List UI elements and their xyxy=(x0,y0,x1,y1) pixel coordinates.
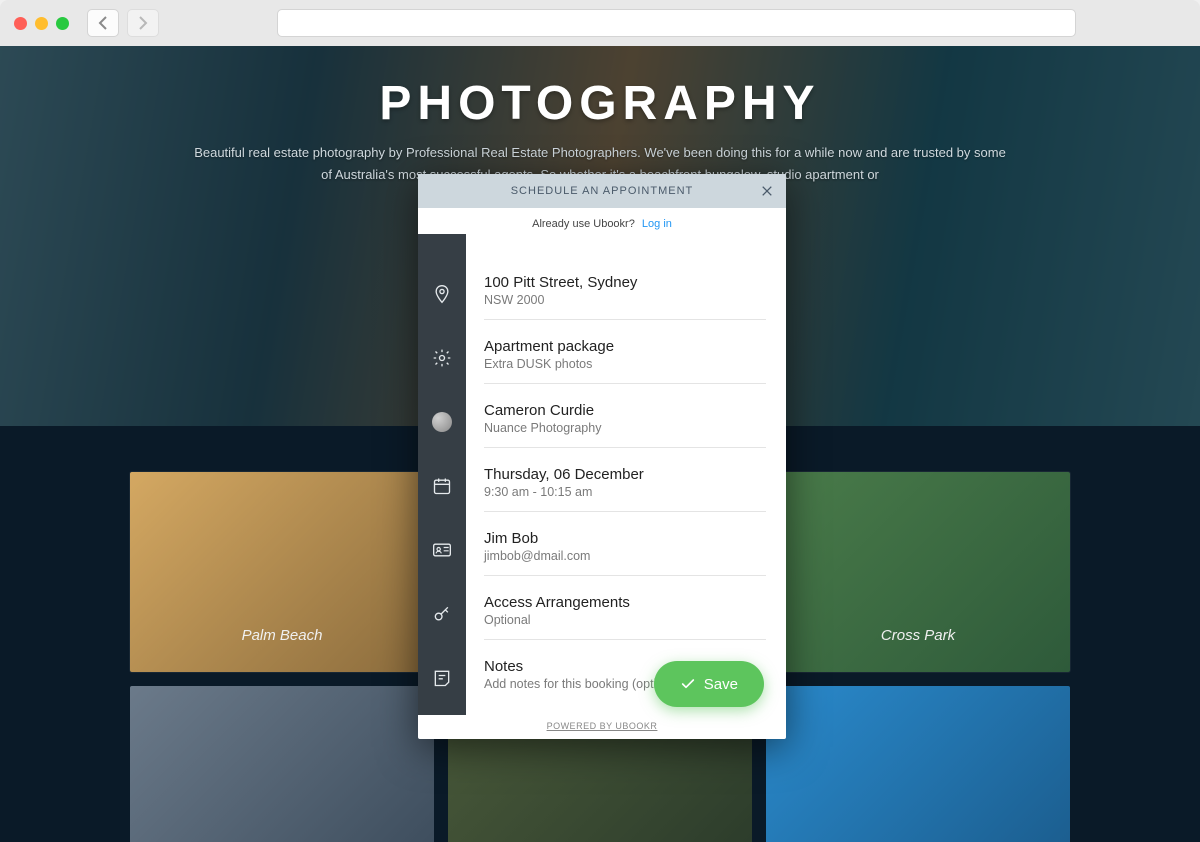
contact-row[interactable]: Jim Bob jimbob@dmail.com xyxy=(484,516,766,576)
contact-card-icon xyxy=(432,540,452,560)
window-controls xyxy=(14,17,69,30)
url-input[interactable] xyxy=(277,9,1076,37)
notes-icon xyxy=(432,668,452,688)
gallery-tile-cross-park[interactable]: Cross Park xyxy=(766,472,1070,672)
tile-label: Cross Park xyxy=(881,627,955,644)
close-modal-button[interactable] xyxy=(758,182,776,200)
modal-header: SCHEDULE AN APPOINTMENT xyxy=(418,174,786,208)
minimize-window-button[interactable] xyxy=(35,17,48,30)
forward-button[interactable] xyxy=(127,9,159,37)
date-row[interactable]: Thursday, 06 December 9:30 am - 10:15 am xyxy=(484,452,766,512)
access-sub: Optional xyxy=(484,613,766,627)
page-viewport: PHOTOGRAPHY Beautiful real estate photog… xyxy=(0,46,1200,842)
login-prompt-text: Already use Ubookr? xyxy=(532,218,635,230)
address-row[interactable]: 100 Pitt Street, Sydney NSW 2000 xyxy=(484,264,766,320)
save-button[interactable]: Save xyxy=(654,661,764,707)
modal-title: SCHEDULE AN APPOINTMENT xyxy=(511,185,694,197)
browser-chrome xyxy=(0,0,1200,46)
chevron-left-icon xyxy=(98,16,108,30)
package-title: Apartment package xyxy=(484,338,766,355)
photographer-title: Cameron Curdie xyxy=(484,402,766,419)
photographer-row[interactable]: Cameron Curdie Nuance Photography xyxy=(484,388,766,448)
gear-icon xyxy=(432,348,452,368)
gallery-tile-6[interactable] xyxy=(766,686,1070,842)
page-title: PHOTOGRAPHY xyxy=(0,76,1200,131)
package-row[interactable]: Apartment package Extra DUSK photos xyxy=(484,324,766,384)
gallery-tile-palm-beach[interactable]: Palm Beach xyxy=(130,472,434,672)
access-title: Access Arrangements xyxy=(484,594,766,611)
chevron-right-icon xyxy=(138,16,148,30)
key-icon xyxy=(432,604,452,624)
contact-sub: jimbob@dmail.com xyxy=(484,549,766,563)
date-title: Thursday, 06 December xyxy=(484,466,766,483)
address-title: 100 Pitt Street, Sydney xyxy=(484,274,766,291)
address-sub: NSW 2000 xyxy=(484,293,766,307)
back-button[interactable] xyxy=(87,9,119,37)
check-icon xyxy=(680,676,696,692)
tile-label: Palm Beach xyxy=(242,627,323,644)
contact-title: Jim Bob xyxy=(484,530,766,547)
save-button-label: Save xyxy=(704,676,738,693)
package-sub: Extra DUSK photos xyxy=(484,357,766,371)
photographer-sub: Nuance Photography xyxy=(484,421,766,435)
login-prompt: Already use Ubookr? Log in xyxy=(418,208,786,234)
calendar-icon xyxy=(432,476,452,496)
modal-content: 100 Pitt Street, Sydney NSW 2000 Apartme… xyxy=(466,234,786,715)
close-icon xyxy=(761,185,773,197)
access-row[interactable]: Access Arrangements Optional xyxy=(484,580,766,640)
powered-by-link[interactable]: POWERED BY UBOOKR xyxy=(418,715,786,739)
schedule-appointment-modal: SCHEDULE AN APPOINTMENT Already use Uboo… xyxy=(418,174,786,739)
avatar-icon xyxy=(432,412,452,432)
login-link[interactable]: Log in xyxy=(642,218,672,230)
location-icon xyxy=(432,284,452,304)
modal-rail xyxy=(418,234,466,715)
date-sub: 9:30 am - 10:15 am xyxy=(484,485,766,499)
close-window-button[interactable] xyxy=(14,17,27,30)
gallery-tile-4[interactable] xyxy=(130,686,434,842)
maximize-window-button[interactable] xyxy=(56,17,69,30)
